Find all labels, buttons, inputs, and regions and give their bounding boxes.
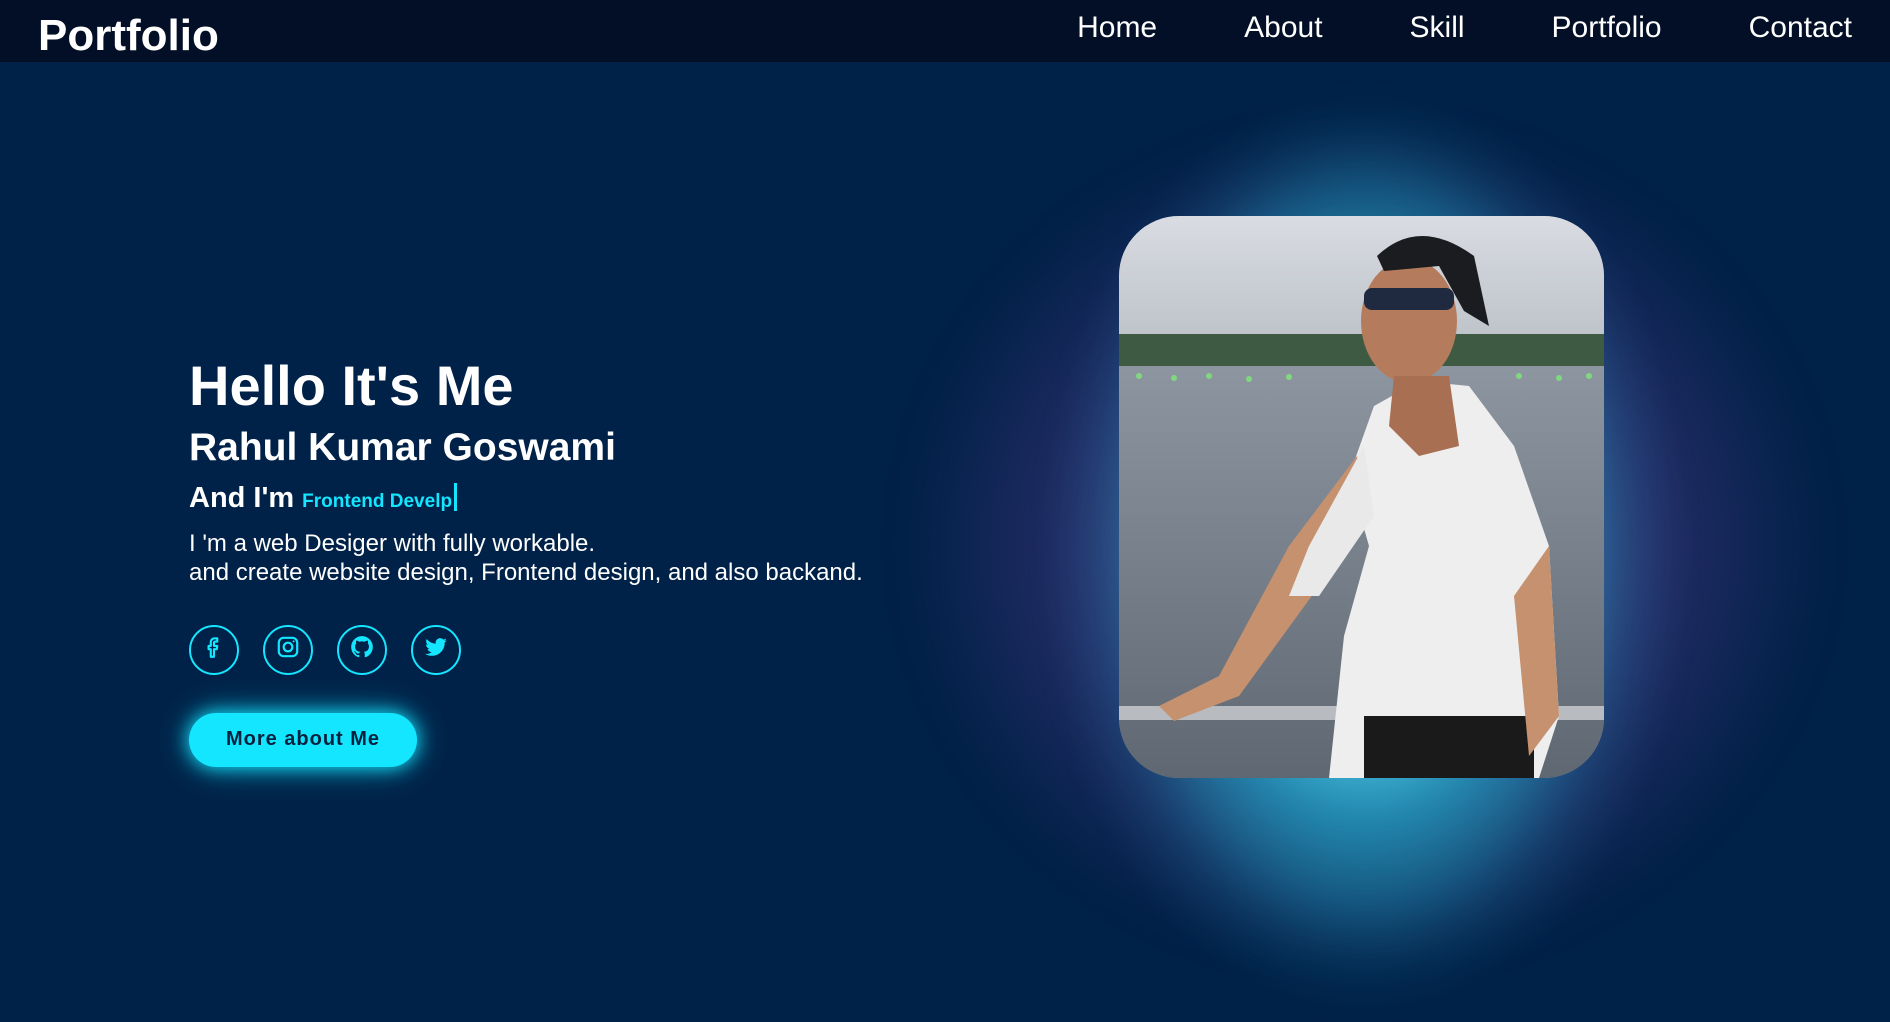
facebook-link[interactable]	[189, 624, 239, 675]
social-links	[189, 624, 929, 675]
nav-portfolio-link[interactable]: Portfolio	[1552, 11, 1662, 45]
main-nav: Home About Skill Portfolio Contact	[1077, 11, 1852, 45]
site-logo[interactable]: Portfolio	[38, 11, 219, 61]
nav-skill-link[interactable]: Skill	[1410, 11, 1465, 45]
hero-greeting: Hello It's Me	[189, 354, 514, 417]
hero-role: And I'm Frontend Develp	[189, 479, 929, 515]
hero-section: Hello It's Me Rahul Kumar Goswami And I'…	[0, 62, 1890, 1022]
twitter-icon	[423, 634, 449, 665]
instagram-link[interactable]	[263, 624, 313, 675]
hero-name: Rahul Kumar Goswami	[189, 426, 616, 469]
nav-home-link[interactable]: Home	[1077, 11, 1157, 45]
hero-description: I 'm a web Desiger with fully workable. …	[189, 529, 929, 587]
role-typed-text: Frontend Develp	[302, 490, 453, 512]
nav-contact-link[interactable]: Contact	[1749, 11, 1852, 45]
profile-photo	[1119, 216, 1604, 778]
role-prefix: And I'm	[189, 481, 295, 514]
instagram-icon	[275, 634, 301, 665]
description-line-1: I 'm a web Desiger with fully workable.	[189, 529, 596, 557]
twitter-link[interactable]	[411, 624, 461, 675]
hero-text: Hello It's Me Rahul Kumar Goswami And I'…	[189, 358, 929, 767]
more-about-me-button[interactable]: More about Me	[189, 712, 417, 767]
typing-cursor	[454, 482, 458, 511]
description-line-2: and create website design, Frontend desi…	[189, 558, 863, 586]
nav-about-link[interactable]: About	[1244, 11, 1322, 45]
facebook-icon	[201, 634, 227, 665]
top-navbar: Portfolio Home About Skill Portfolio Con…	[0, 0, 1890, 62]
github-link[interactable]	[337, 624, 387, 675]
github-icon	[349, 634, 375, 665]
